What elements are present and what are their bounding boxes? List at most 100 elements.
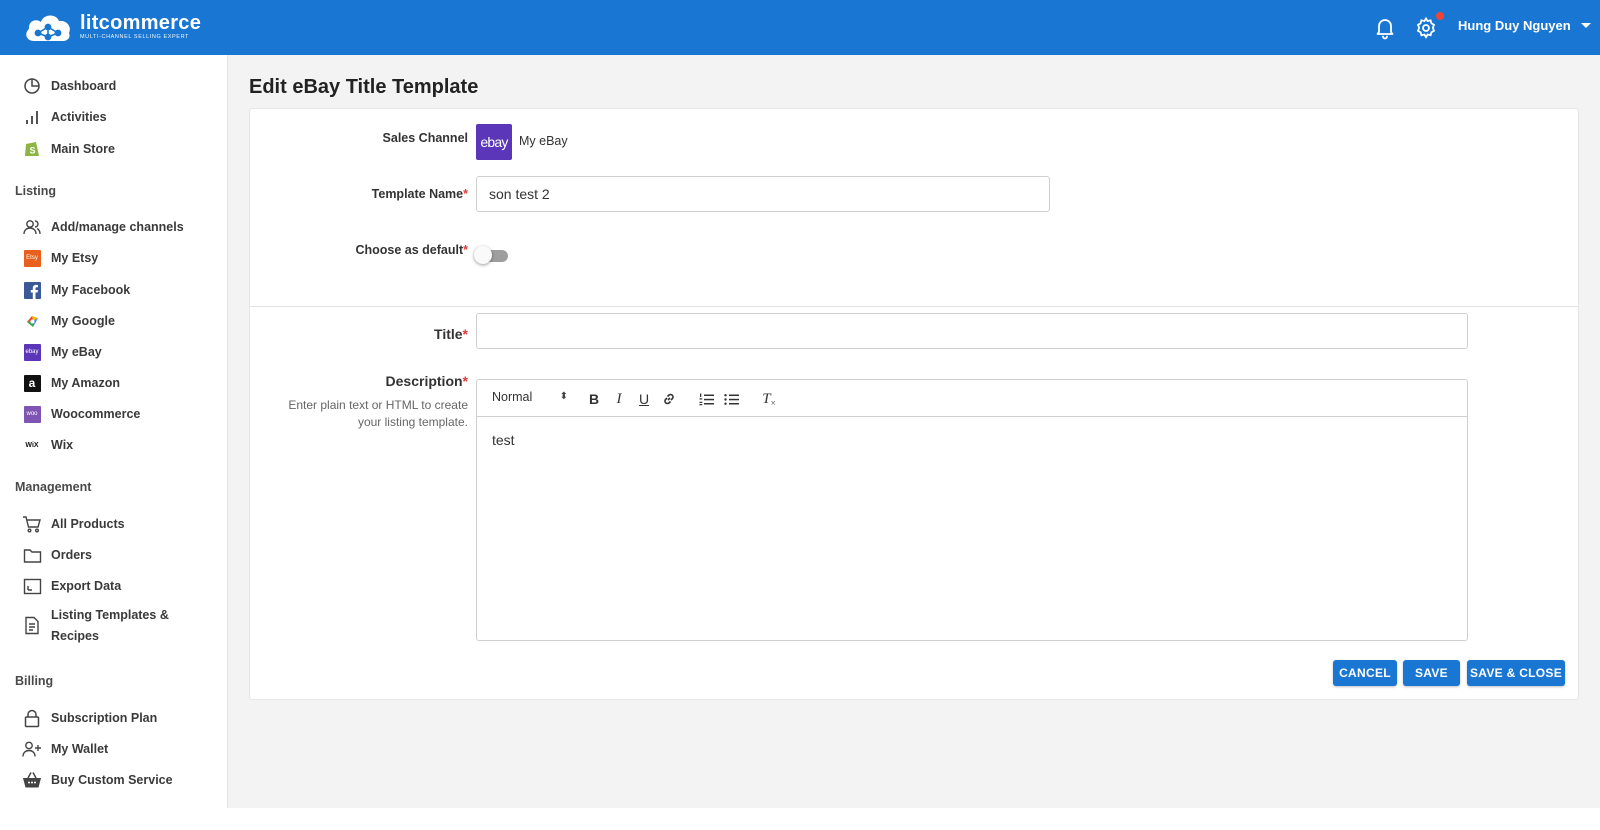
sales-channel-label: Sales Channel: [382, 131, 468, 145]
sidebar-item-label: Activities: [51, 109, 107, 124]
sidebar-item-my-amazon[interactable]: a My Amazon: [0, 368, 228, 398]
description-editor: Normal ⬍ B I U T × test: [476, 379, 1468, 641]
sidebar-item-my-wallet[interactable]: My Wallet: [0, 734, 228, 764]
sidebar-item-dashboard[interactable]: Dashboard: [0, 71, 228, 101]
pie-chart-icon: [22, 76, 42, 96]
sidebar-item-woocommerce[interactable]: woo Woocommerce: [0, 399, 228, 429]
sidebar-item-my-google[interactable]: My Google: [0, 306, 228, 336]
cancel-button[interactable]: CANCEL: [1333, 660, 1397, 686]
sidebar-section-management: Management: [15, 480, 92, 494]
google-icon: [22, 311, 42, 331]
amazon-icon: a: [22, 373, 42, 393]
default-label: Choose as default*: [355, 243, 468, 257]
gear-icon[interactable]: [1414, 16, 1438, 40]
basket-icon: [22, 770, 42, 790]
sidebar-item-label: Listing Templates &: [51, 608, 169, 622]
default-toggle[interactable]: [474, 245, 510, 265]
etsy-icon: Etsy: [22, 248, 42, 268]
sidebar-item-label: Wix: [51, 437, 74, 452]
sidebar-item-my-etsy[interactable]: Etsy My Etsy: [0, 243, 228, 273]
lock-icon: [22, 708, 42, 728]
bullet-list-icon[interactable]: [720, 388, 742, 410]
sidebar-item-label: Main Store: [51, 141, 115, 156]
bold-icon[interactable]: B: [583, 388, 605, 410]
description-label: Description*: [385, 373, 468, 389]
sidebar-item-listing-templates[interactable]: Listing Templates & Recipes: [0, 603, 228, 647]
notification-dot: [1436, 12, 1444, 20]
ebay-badge-small: ebay: [23, 343, 41, 361]
user-menu[interactable]: Hung Duy Nguyen: [1458, 18, 1591, 33]
folder-icon: [22, 545, 42, 565]
sidebar-item-label: My Etsy: [51, 250, 99, 265]
cloud-network-logo-icon: [26, 15, 70, 41]
svg-text:S: S: [30, 146, 36, 156]
document-icon: [22, 615, 42, 635]
sidebar-item-main-store[interactable]: S Main Store: [0, 134, 228, 164]
sidebar-item-label: Add/manage channels: [51, 219, 184, 234]
sidebar-item-label: Buy Custom Service: [51, 772, 173, 787]
brand-name: litcommerce: [80, 12, 202, 34]
description-help-text: Enter plain text or HTML to create your …: [288, 398, 468, 429]
sidebar-item-activities[interactable]: Activities: [0, 102, 228, 132]
required-asterisk: *: [462, 373, 468, 389]
channel-name: My eBay: [519, 134, 568, 148]
ebay-icon: ebay: [22, 342, 42, 362]
channel-badge-text: ebay: [480, 134, 508, 150]
save-button[interactable]: SAVE: [1403, 660, 1460, 686]
sidebar-item-subscription-plan[interactable]: Subscription Plan: [0, 703, 228, 733]
template-name-label: Template Name*: [371, 187, 468, 201]
sidebar-item-buy-custom-service[interactable]: Buy Custom Service: [0, 765, 228, 795]
cart-icon: [22, 514, 42, 534]
sidebar: Dashboard Activities S Main Store Listin…: [0, 55, 228, 808]
sidebar-item-label: My Amazon: [51, 375, 120, 390]
format-select[interactable]: Normal ⬍: [492, 390, 568, 408]
link-icon[interactable]: [658, 388, 680, 410]
bell-icon[interactable]: [1373, 16, 1397, 40]
sidebar-item-label: My Facebook: [51, 282, 131, 297]
clear-format-icon[interactable]: T ×: [758, 388, 780, 410]
sidebar-section-billing: Billing: [15, 674, 54, 688]
page-title: Edit eBay Title Template: [249, 76, 479, 98]
facebook-icon: [22, 280, 42, 300]
sidebar-item-my-facebook[interactable]: My Facebook: [0, 275, 228, 305]
users-icon: [22, 217, 42, 237]
brand-tagline: MULTI-CHANNEL SELLING EXPERT: [80, 34, 189, 40]
sidebar-item-wix[interactable]: WiX Wix: [0, 430, 228, 460]
template-name-input[interactable]: [476, 176, 1050, 212]
ebay-logo-icon: ebay: [476, 124, 512, 160]
sidebar-item-label: Woocommerce: [51, 406, 141, 421]
save-close-button[interactable]: SAVE & CLOSE: [1467, 660, 1565, 686]
etsy-badge: Etsy: [23, 249, 41, 267]
brand-logo[interactable]: litcommerce MULTI-CHANNEL SELLING EXPERT: [24, 10, 201, 44]
sidebar-item-label: Export Data: [51, 578, 122, 593]
chevron-down-icon: [1580, 23, 1591, 28]
ordered-list-icon[interactable]: [695, 388, 717, 410]
title-input[interactable]: [476, 313, 1468, 349]
toggle-knob: [474, 246, 492, 264]
shopify-icon: S: [22, 139, 42, 159]
sidebar-item-label-line2: Recipes: [51, 629, 99, 643]
export-icon: [22, 576, 42, 596]
sidebar-item-add-manage-channels[interactable]: Add/manage channels: [0, 212, 228, 242]
italic-icon[interactable]: I: [608, 388, 630, 410]
sidebar-item-my-ebay[interactable]: ebay My eBay: [0, 337, 228, 367]
editor-toolbar: Normal ⬍ B I U T ×: [477, 380, 1467, 417]
sidebar-item-label: Subscription Plan: [51, 710, 158, 725]
select-arrows-icon: ⬍: [559, 391, 568, 402]
sidebar-item-label: Dashboard: [51, 78, 117, 93]
app-root: litcommerce MULTI-CHANNEL SELLING EXPERT…: [0, 0, 1600, 808]
section-divider: [250, 306, 1578, 307]
editor-content[interactable]: test: [492, 432, 515, 448]
sidebar-item-label: My Google: [51, 313, 115, 328]
sidebar-item-all-products[interactable]: All Products: [0, 509, 228, 539]
amazon-badge: a: [23, 374, 41, 392]
sidebar-item-label: Orders: [51, 547, 92, 562]
sidebar-item-export-data[interactable]: Export Data: [0, 571, 228, 601]
sidebar-item-orders[interactable]: Orders: [0, 540, 228, 570]
template-form-card: Sales Channel ebay My eBay Template Name…: [249, 108, 1579, 700]
underline-icon[interactable]: U: [633, 388, 655, 410]
woocommerce-icon: woo: [22, 404, 42, 424]
required-asterisk: *: [462, 326, 468, 342]
user-name: Hung Duy Nguyen: [1458, 18, 1571, 33]
sidebar-item-label: My eBay: [51, 344, 102, 359]
